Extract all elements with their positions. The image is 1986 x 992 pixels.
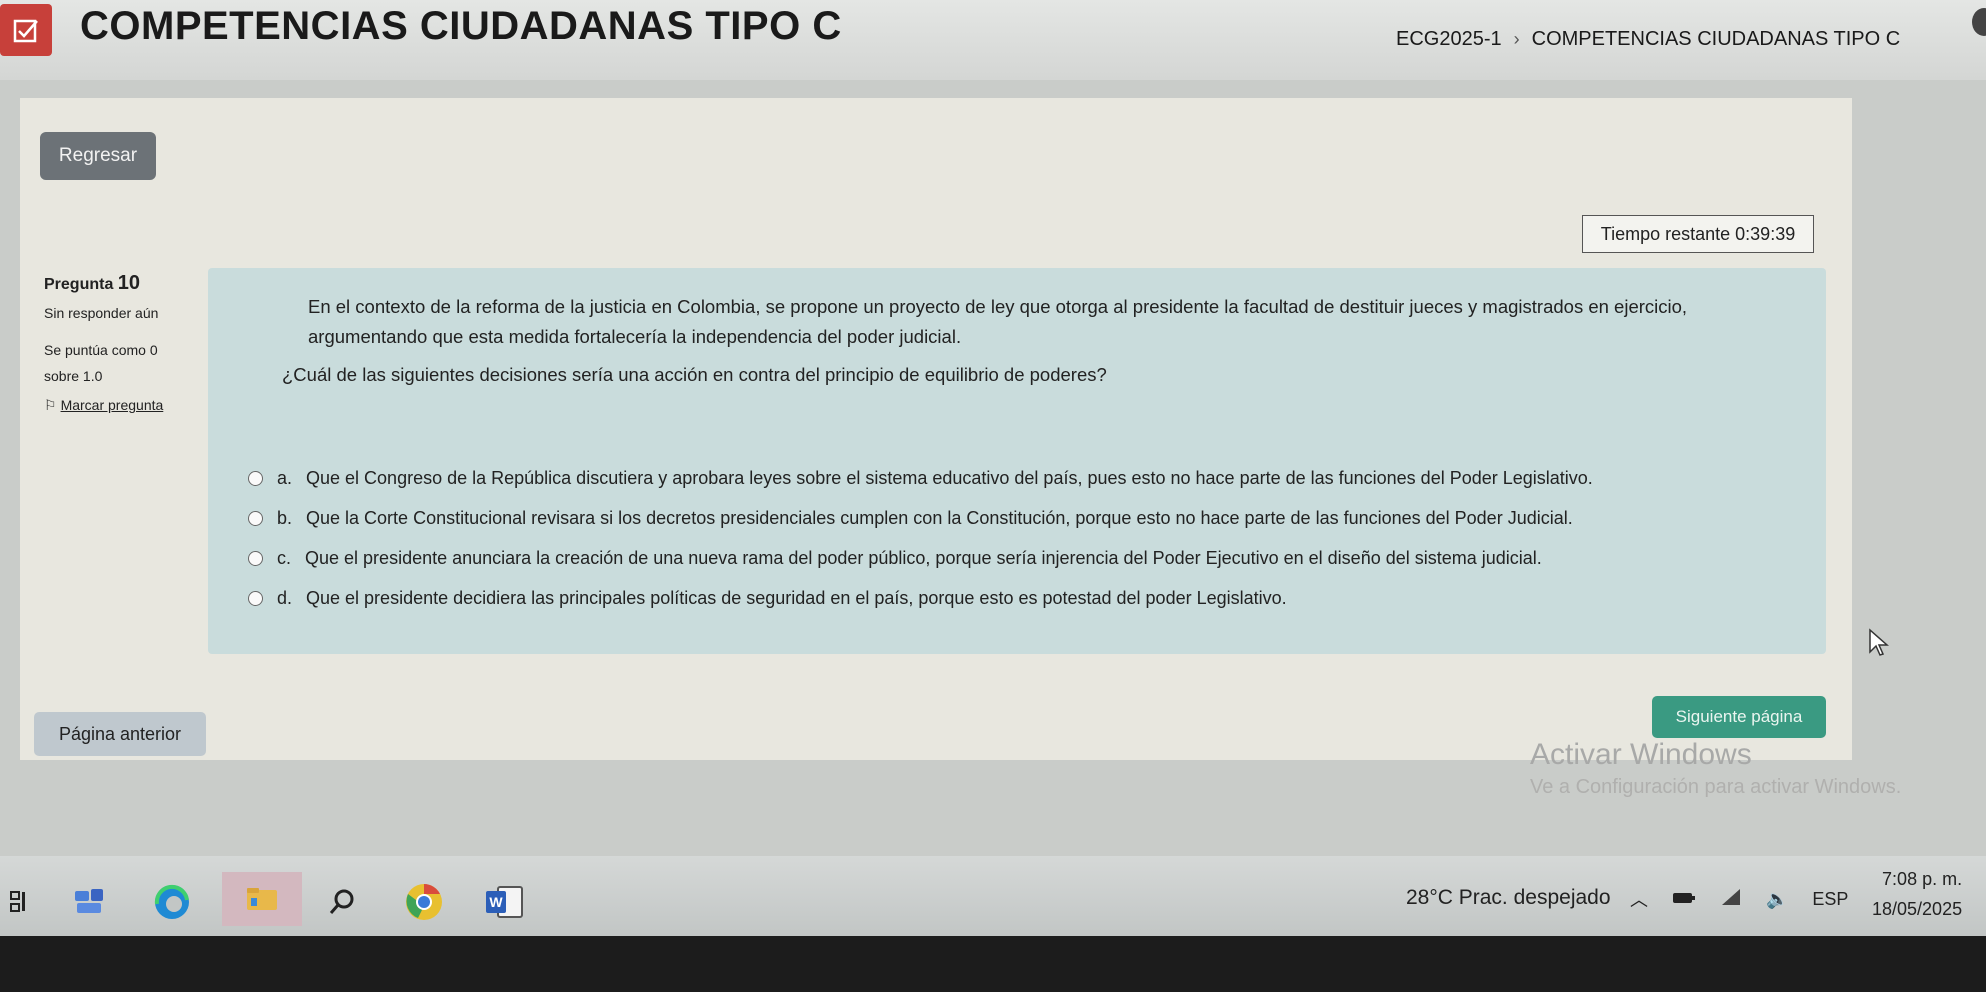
question-number-value: 10	[117, 272, 141, 294]
user-avatar[interactable]	[1972, 8, 1986, 36]
windows-activation-subtitle: Ve a Configuración para activar Windows.	[1530, 776, 1902, 798]
flag-question-label: Marcar pregunta	[60, 397, 164, 413]
answer-option-b[interactable]: b. Que la Corte Constitucional revisara …	[248, 498, 1593, 538]
option-text: Que la Corte Constitucional revisara si …	[306, 507, 1573, 528]
radio-button[interactable]	[248, 470, 263, 486]
back-button[interactable]: Regresar	[40, 132, 156, 180]
mouse-pointer-icon	[1868, 628, 1890, 663]
chevron-up-icon[interactable]: ︿	[1630, 886, 1648, 912]
question-number-label: Pregunta	[44, 276, 114, 293]
chrome-browser-icon[interactable]	[404, 882, 444, 922]
file-explorer-icon[interactable]	[222, 872, 302, 926]
option-text: Que el presidente anunciara la creación …	[305, 547, 1542, 568]
taskbar: W 28°C Prac. despejado ︿ 🔈 ESP 7:08 p. m…	[0, 856, 1986, 936]
checkbox-icon	[0, 4, 52, 56]
radio-button[interactable]	[248, 590, 263, 606]
search-icon[interactable]	[322, 882, 362, 922]
edge-browser-icon[interactable]	[152, 882, 192, 922]
language-indicator[interactable]: ESP	[1812, 889, 1848, 910]
answer-option-a[interactable]: a. Que el Congreso de la República discu…	[248, 458, 1593, 498]
clock-date: 18/05/2025	[1872, 899, 1963, 919]
battery-icon[interactable]	[1672, 889, 1696, 910]
word-icon[interactable]: W	[484, 882, 524, 922]
option-text: Que el Congreso de la República discutie…	[306, 467, 1593, 488]
radio-button[interactable]	[248, 510, 263, 526]
question-text: En el contexto de la reforma de la justi…	[308, 296, 1688, 347]
screen-bezel	[0, 936, 1986, 992]
volume-icon[interactable]: 🔈	[1766, 889, 1788, 910]
question-number: Pregunta 10	[44, 272, 194, 295]
question-info: Pregunta 10 Sin responder aún Se puntúa …	[44, 272, 194, 415]
question-state: Sin responder aún	[44, 305, 159, 321]
option-letter: d.	[277, 587, 293, 608]
chevron-right-icon: ›	[1513, 29, 1520, 49]
wifi-icon[interactable]	[1720, 888, 1742, 911]
header-bar: COMPETENCIAS CIUDADANAS TIPO C ECG2025-1…	[0, 0, 1986, 80]
flag-question-link[interactable]: ⚐ Marcar pregunta	[44, 395, 194, 415]
task-view-icon[interactable]	[0, 882, 40, 922]
next-page-button[interactable]: Siguiente página	[1652, 696, 1826, 738]
option-letter: b.	[277, 507, 293, 528]
weather-widget[interactable]: 28°C Prac. despejado	[1406, 886, 1611, 910]
question-prompt: ¿Cuál de las siguientes decisiones sería…	[282, 364, 1107, 385]
question-grade: Se puntúa como 0 sobre 1.0	[44, 342, 158, 384]
flag-icon: ⚐	[44, 397, 57, 413]
page-title: COMPETENCIAS CIUDADANAS TIPO C	[80, 4, 842, 48]
option-text: Que el presidente decidiera las principa…	[306, 587, 1287, 608]
previous-page-button[interactable]: Página anterior	[34, 712, 206, 756]
answer-option-c[interactable]: c. Que el presidente anunciara la creaci…	[248, 538, 1593, 578]
question-content: En el contexto de la reforma de la justi…	[208, 268, 1826, 654]
option-letter: a.	[277, 467, 293, 488]
svg-text:W: W	[489, 894, 503, 910]
widgets-icon[interactable]	[70, 882, 110, 922]
clock[interactable]: 7:08 p. m. 18/05/2025	[1872, 864, 1962, 924]
system-tray: ︿ 🔈 ESP	[1630, 886, 1848, 912]
clock-time: 7:08 p. m.	[1882, 869, 1963, 889]
option-letter: c.	[277, 547, 292, 568]
breadcrumb-current[interactable]: COMPETENCIAS CIUDADANAS TIPO C	[1532, 28, 1901, 51]
windows-activation-title: Activar Windows	[1530, 738, 1752, 771]
breadcrumb: ECG2025-1 › COMPETENCIAS CIUDADANAS TIPO…	[1396, 28, 1900, 51]
breadcrumb-course-link[interactable]: ECG2025-1	[1396, 28, 1502, 51]
answer-option-d[interactable]: d. Que el presidente decidiera las princ…	[248, 578, 1593, 618]
radio-button[interactable]	[248, 550, 263, 566]
answer-options: a. Que el Congreso de la República discu…	[248, 458, 1593, 618]
time-remaining: Tiempo restante 0:39:39	[1582, 215, 1814, 253]
